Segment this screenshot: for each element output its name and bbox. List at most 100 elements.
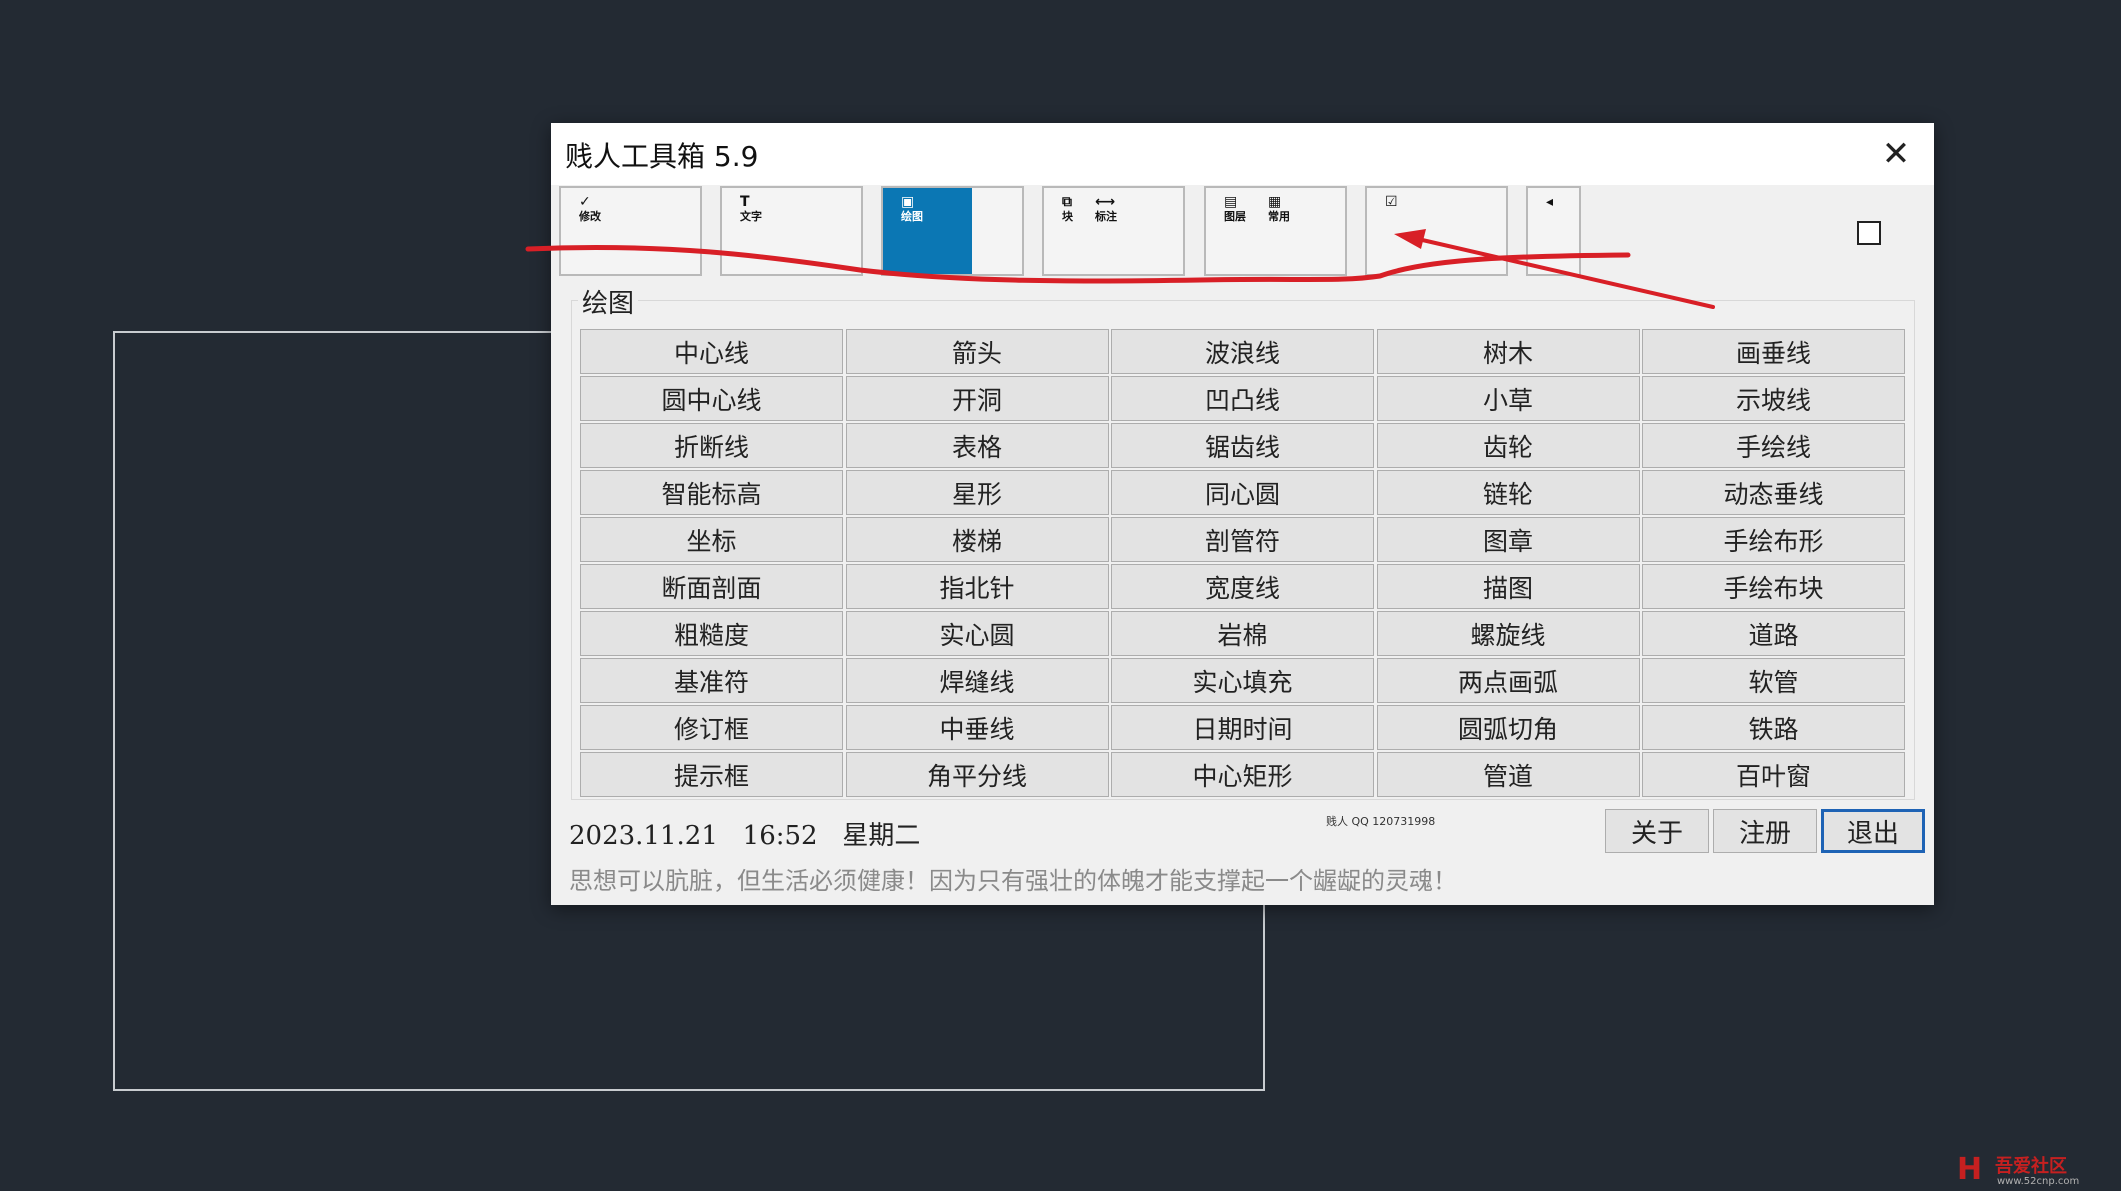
draw-tool-button[interactable]: 剖管符 xyxy=(1111,517,1374,562)
draw-tool-button[interactable]: 修订框 xyxy=(580,705,843,750)
qq-contact: 贱人 QQ 120731998 xyxy=(1326,815,1436,828)
draw-tool-button[interactable]: 角平分线 xyxy=(845,752,1109,797)
draw-tool-button[interactable]: 圆弧切角 xyxy=(1376,705,1640,750)
watermark-logo-icon: H xyxy=(1957,1152,1983,1187)
draw-tool-button[interactable]: 螺旋线 xyxy=(1376,611,1640,656)
toolbox-dialog: 贱人工具箱 5.9 ✕ ✓ 修改 T 文字 ▣ 绘图 ⧉ 块 ⟷ 标注 ▤ 图层 ▦ 常用 ☑ ◂ 绘图 中心… xyxy=(551,123,1934,905)
weekday-text: 星期二 xyxy=(842,821,921,851)
toolbar-tab-0[interactable]: ✓ 修改 xyxy=(559,186,702,276)
draw-tool-button[interactable]: 齿轮 xyxy=(1376,423,1640,468)
draw-tool-button[interactable]: 圆中心线 xyxy=(580,376,843,421)
tab-icon-group[interactable]: ⟷ 标注 xyxy=(1095,194,1117,223)
about-button[interactable]: 关于 xyxy=(1605,809,1709,853)
draw-tool-button[interactable]: 手绘布块 xyxy=(1642,564,1905,609)
draw-tool-button[interactable]: 锯齿线 xyxy=(1111,423,1374,468)
tab-icon-group[interactable]: T 文字 xyxy=(740,194,762,223)
datetime-display: 2023.11.21 16:52 星期二 xyxy=(569,815,920,852)
watermark-name: 吾爱社区 xyxy=(1995,1156,2067,1177)
tab-label: 文字 xyxy=(740,210,762,223)
tab-label: 绘图 xyxy=(901,210,923,223)
draw-tool-button[interactable]: 实心圆 xyxy=(845,611,1109,656)
draw-tool-button[interactable]: 图章 xyxy=(1376,517,1640,562)
draw-tool-button[interactable]: 星形 xyxy=(845,470,1109,515)
toolbar-tab-5[interactable]: ☑ xyxy=(1365,186,1508,276)
draw-tool-button[interactable]: 示坡线 xyxy=(1642,376,1905,421)
draw-tool-grid: 中心线 箭头 波浪线 树木 画垂线圆中心线 开洞 凹凸线 小草 示坡线折断线 表格 锯齿线 齿轮 手绘线… xyxy=(580,329,1905,797)
draw-tool-button[interactable]: 手绘线 xyxy=(1642,423,1905,468)
draw-tool-button[interactable]: 中垂线 xyxy=(845,705,1109,750)
draw-tool-button[interactable]: 波浪线 xyxy=(1111,329,1374,374)
draw-tool-button[interactable]: 管道 xyxy=(1376,752,1640,797)
close-icon[interactable]: ✕ xyxy=(1866,129,1926,179)
draw-tool-button[interactable]: 百叶窗 xyxy=(1642,752,1905,797)
register-button[interactable]: 注册 xyxy=(1713,809,1817,853)
tab-icon-group[interactable]: ▤ 图层 xyxy=(1224,194,1246,223)
draw-tool-button[interactable]: 小草 xyxy=(1376,376,1640,421)
draw-tool-button[interactable]: 手绘布形 xyxy=(1642,517,1905,562)
draw-tool-button[interactable]: 中心矩形 xyxy=(1111,752,1374,797)
tab-glyph-icon: ▦ xyxy=(1268,194,1282,210)
tab-icon-group[interactable]: ⧉ 块 xyxy=(1062,194,1073,223)
draw-tool-button[interactable]: 同心圆 xyxy=(1111,470,1374,515)
tab-glyph-icon: ✓ xyxy=(579,194,591,210)
date-text: 2023.11.21 xyxy=(569,821,718,851)
draw-tool-button[interactable]: 提示框 xyxy=(580,752,843,797)
window-title: 贱人工具箱 5.9 xyxy=(565,140,759,173)
tab-icons: ✓ 修改 xyxy=(579,194,601,223)
draw-tool-button[interactable]: 宽度线 xyxy=(1111,564,1374,609)
draw-tool-button[interactable]: 岩棉 xyxy=(1111,611,1374,656)
tab-icons: ▣ 绘图 xyxy=(901,194,923,223)
toolbar-tab-4[interactable]: ▤ 图层 ▦ 常用 xyxy=(1204,186,1347,276)
tab-glyph-icon: ⟷ xyxy=(1095,194,1116,210)
tab-icon-group[interactable]: ◂ xyxy=(1546,194,1553,210)
draw-tool-button[interactable]: 凹凸线 xyxy=(1111,376,1374,421)
draw-tool-button[interactable]: 开洞 xyxy=(845,376,1109,421)
toolbar-tab-2[interactable]: ▣ 绘图 xyxy=(881,186,1024,276)
tab-icons: ☑ xyxy=(1385,194,1398,210)
tab-icons: ▤ 图层 ▦ 常用 xyxy=(1224,194,1290,223)
draw-tool-button[interactable]: 实心填充 xyxy=(1111,658,1374,703)
tab-icon-group[interactable]: ▣ 绘图 xyxy=(901,194,923,223)
draw-tool-button[interactable]: 铁路 xyxy=(1642,705,1905,750)
draw-tool-button[interactable]: 粗糙度 xyxy=(580,611,843,656)
draw-tool-button[interactable]: 日期时间 xyxy=(1111,705,1374,750)
tab-label: 块 xyxy=(1062,210,1073,223)
draw-tool-button[interactable]: 动态垂线 xyxy=(1642,470,1905,515)
draw-tool-button[interactable]: 坐标 xyxy=(580,517,843,562)
draw-tool-button[interactable]: 焊缝线 xyxy=(845,658,1109,703)
draw-tool-button[interactable]: 基准符 xyxy=(580,658,843,703)
tab-glyph-icon: ☑ xyxy=(1385,194,1398,210)
tab-icon-group[interactable]: ✓ 修改 xyxy=(579,194,601,223)
draw-tool-button[interactable]: 两点画弧 xyxy=(1376,658,1640,703)
draw-tool-button[interactable]: 软管 xyxy=(1642,658,1905,703)
draw-tool-button[interactable]: 描图 xyxy=(1376,564,1640,609)
toolbar-tab-1[interactable]: T 文字 xyxy=(720,186,863,276)
draw-tool-button[interactable]: 树木 xyxy=(1376,329,1640,374)
tab-glyph-icon: T xyxy=(740,194,750,210)
title-bar: 贱人工具箱 5.9 ✕ xyxy=(551,123,1934,185)
tab-label: 常用 xyxy=(1268,210,1290,223)
draw-tool-button[interactable]: 智能标高 xyxy=(580,470,843,515)
watermark-url: www.52cnp.com xyxy=(1997,1176,2080,1187)
time-text: 16:52 xyxy=(742,821,818,851)
draw-tool-button[interactable]: 画垂线 xyxy=(1642,329,1905,374)
draw-tool-button[interactable]: 道路 xyxy=(1642,611,1905,656)
draw-tool-button[interactable]: 断面剖面 xyxy=(580,564,843,609)
draw-tool-button[interactable]: 中心线 xyxy=(580,329,843,374)
tab-label: 图层 xyxy=(1224,210,1246,223)
tab-icon-group[interactable]: ☑ xyxy=(1385,194,1398,210)
draw-tool-button[interactable]: 指北针 xyxy=(845,564,1109,609)
tab-label: 标注 xyxy=(1095,210,1117,223)
toolbar-tab-3[interactable]: ⧉ 块 ⟷ 标注 xyxy=(1042,186,1185,276)
toolbar-tab-6[interactable]: ◂ xyxy=(1526,186,1581,276)
active-tab-highlight xyxy=(883,188,972,274)
draw-tool-button[interactable]: 表格 xyxy=(845,423,1109,468)
draw-tool-button[interactable]: 楼梯 xyxy=(845,517,1109,562)
draw-tool-button[interactable]: 链轮 xyxy=(1376,470,1640,515)
group-label: 绘图 xyxy=(578,283,639,320)
pin-checkbox[interactable] xyxy=(1857,221,1881,245)
draw-tool-button[interactable]: 折断线 xyxy=(580,423,843,468)
exit-button[interactable]: 退出 xyxy=(1821,809,1925,853)
tab-icon-group[interactable]: ▦ 常用 xyxy=(1268,194,1290,223)
draw-tool-button[interactable]: 箭头 xyxy=(845,329,1109,374)
